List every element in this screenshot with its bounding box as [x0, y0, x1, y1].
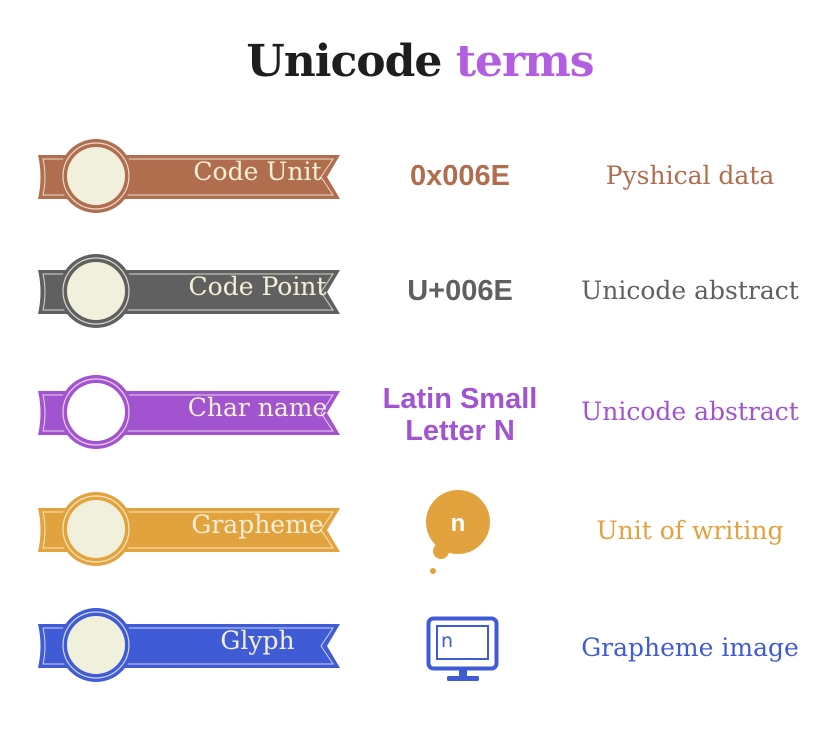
thought-bubble-icon: n	[420, 489, 500, 585]
term-row-code-unit: Code Unit 0x006E Pyshical data	[0, 131, 840, 221]
term-value-line1: Latin Small	[382, 383, 538, 415]
term-label: Char name	[187, 393, 328, 422]
term-value-line2: Letter N	[405, 415, 515, 447]
term-value: U+006E	[407, 275, 513, 307]
ribbon-badge: Char name	[30, 367, 350, 457]
medallion-inner	[67, 616, 125, 674]
term-value: Latin Small Letter N	[370, 383, 550, 447]
medallion-inner	[67, 500, 125, 558]
term-description: Pyshical data	[605, 161, 775, 190]
term-value: 0x006E	[410, 160, 510, 192]
medallion-inner	[67, 262, 125, 320]
term-description: Unit of writing	[596, 516, 784, 545]
ribbon-badge: Grapheme	[30, 484, 350, 574]
medallion-inner	[67, 383, 125, 441]
ribbon-badge: Code Point	[30, 246, 350, 336]
term-description: Unicode abstract	[581, 276, 799, 305]
term-label: Code Point	[188, 272, 327, 301]
term-description: Grapheme image	[581, 633, 799, 662]
title-main: Unicode	[246, 36, 442, 87]
ribbon-badge: Code Unit	[30, 131, 350, 221]
term-row-code-point: Code Point U+006E Unicode abstract	[0, 246, 840, 336]
term-description: Unicode abstract	[581, 397, 799, 426]
term-label: Code Unit	[193, 157, 322, 186]
ribbon-badge: Glyph	[30, 600, 350, 690]
term-row-glyph: Glyph n Grapheme image	[0, 600, 840, 690]
monitor-icon: n	[426, 616, 500, 688]
term-label: Grapheme	[191, 510, 324, 539]
glyph-character: n	[441, 630, 453, 652]
page-title: Unicode terms	[0, 36, 840, 87]
term-row-grapheme: Grapheme n Unit of writing	[0, 484, 840, 574]
title-accent: terms	[455, 36, 595, 87]
term-label: Glyph	[220, 626, 295, 655]
term-row-char-name: Char name Latin Small Letter N Unicode a…	[0, 367, 840, 457]
grapheme-glyph: n	[451, 510, 466, 537]
medallion-inner	[67, 147, 125, 205]
